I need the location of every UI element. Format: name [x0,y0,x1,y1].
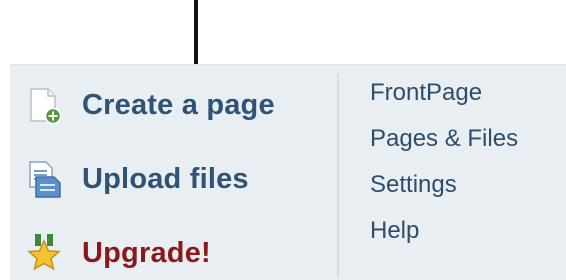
pages-files-link[interactable]: Pages & Files [370,125,566,153]
upgrade-label: Upgrade! [82,236,211,269]
frontpage-link[interactable]: FrontPage [370,79,566,107]
upload-files-label: Upload files [82,162,249,195]
upgrade-button[interactable]: Upgrade! [24,231,324,275]
vertical-divider [337,73,339,277]
wiki-actions-panel: Create a page Upload files Upgrade! Fron… [10,64,566,280]
upload-files-button[interactable]: Upload files [24,157,324,201]
settings-link[interactable]: Settings [370,171,566,199]
create-page-label: Create a page [82,88,275,121]
help-link[interactable]: Help [370,217,566,245]
upload-files-icon [29,161,61,198]
screenshot-canvas: Create a page Upload files Upgrade! Fron… [0,0,566,280]
star-icon [27,234,61,271]
create-page-button[interactable]: Create a page [24,83,324,127]
primary-actions: Create a page Upload files Upgrade! [24,83,324,275]
navigation-links: FrontPage Pages & Files Settings Help [370,79,566,245]
new-page-icon [30,88,62,125]
